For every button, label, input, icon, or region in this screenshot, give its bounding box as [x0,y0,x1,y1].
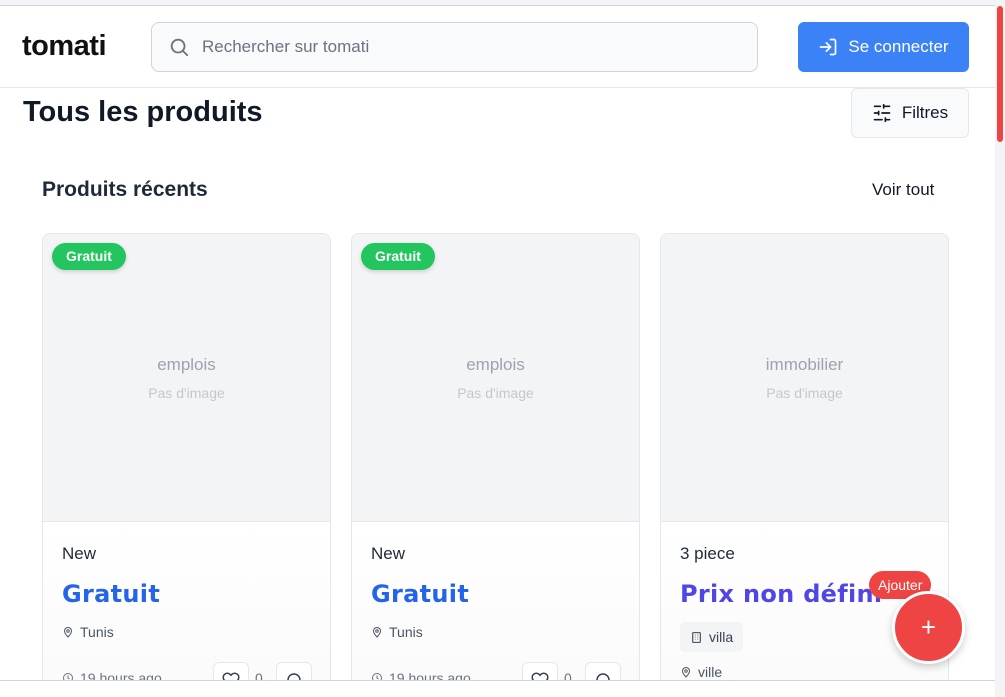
free-badge: Gratuit [52,243,126,270]
product-title[interactable]: New [371,544,405,564]
bottom-bar [0,680,995,697]
location-text: Tunis [389,624,423,640]
product-card-body: New Gratuit Tunis 19 hours ago 0 [43,522,330,697]
product-image-placeholder: emplois Pas d'image [43,234,330,522]
location-text: ville [698,664,723,680]
product-location: Tunis [371,624,423,640]
plus-icon: + [920,612,937,642]
search-icon [170,38,189,57]
product-location: ville [680,664,722,680]
map-pin-icon [63,627,73,638]
product-image-placeholder: immobilier Pas d'image [661,234,948,522]
search-input[interactable] [202,37,722,57]
filters-button[interactable]: Filtres [851,88,969,138]
property-type-chip: villa [680,622,744,652]
product-image-placeholder: emplois Pas d'image [352,234,639,522]
product-card-body: New Gratuit Tunis 19 hours ago 0 [352,522,639,697]
map-pin-icon [372,627,382,638]
product-price: Prix non défini [680,580,883,608]
site-header: tomati Se connecter [0,6,995,88]
product-title[interactable]: 3 piece [680,544,735,564]
product-category: emplois [157,355,216,374]
login-label: Se connecter [848,37,949,56]
map-pin-icon [681,667,691,678]
section-title-recent: Produits récents [42,178,208,201]
product-price: Gratuit [371,580,470,608]
location-text: Tunis [80,624,114,640]
product-price: Gratuit [62,580,161,608]
property-type-text: villa [709,629,734,645]
add-product-button[interactable]: + [892,591,965,664]
product-card[interactable]: emplois Pas d'image Gratuit New Gratuit … [42,233,331,697]
product-card[interactable]: emplois Pas d'image Gratuit New Gratuit … [351,233,640,697]
filters-label: Filtres [901,103,949,122]
sliders-icon [873,103,891,123]
scrollbar-thumb[interactable] [997,6,1003,142]
building-icon [692,631,701,643]
product-title[interactable]: New [62,544,96,564]
site-logo[interactable]: tomati [22,30,107,63]
product-category: emplois [466,355,525,374]
login-button[interactable]: Se connecter [798,22,969,72]
no-image-text: Pas d'image [457,385,534,401]
product-location: Tunis [62,624,114,640]
scrollbar[interactable] [995,0,1005,697]
search-bar[interactable] [151,22,758,72]
page-title: Tous les produits [23,96,263,128]
no-image-text: Pas d'image [148,385,225,401]
free-badge: Gratuit [361,243,435,270]
see-all-link[interactable]: Voir tout [872,180,934,200]
product-category: immobilier [765,355,844,374]
no-image-text: Pas d'image [766,385,843,401]
login-icon [820,38,837,56]
